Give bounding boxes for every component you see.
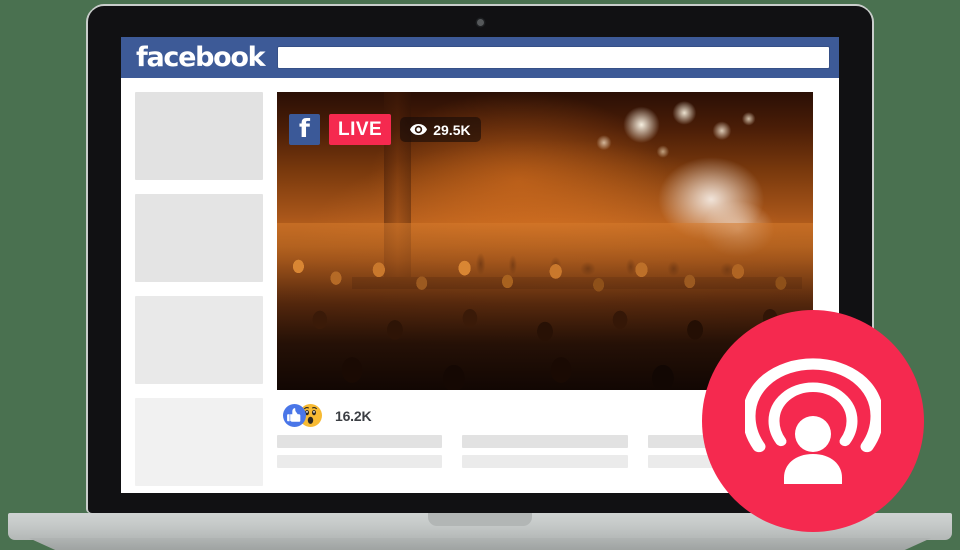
facebook-header: facebook: [121, 37, 839, 78]
content-bar: [462, 455, 628, 468]
eye-icon: [410, 124, 428, 135]
live-badge-group: f LIVE 29.5K: [289, 114, 481, 145]
live-broadcast-person-icon: [745, 358, 881, 484]
live-label: LIVE: [329, 114, 392, 145]
laptop-base-notch: [428, 513, 532, 526]
sidebar-placeholder-1: [135, 92, 263, 180]
facebook-logo[interactable]: facebook: [136, 44, 266, 71]
scene: facebook f LIVE 29.5K 16.2K: [0, 0, 960, 550]
thumbs-up-icon[interactable]: [283, 404, 306, 427]
sidebar-placeholder-4: [135, 398, 263, 486]
reaction-icons: [283, 404, 327, 427]
viewer-count: 29.5K: [433, 121, 471, 138]
live-broadcast-badge: [702, 310, 924, 532]
reaction-count: 16.2K: [335, 407, 372, 424]
viewer-count-pill: 29.5K: [400, 117, 481, 142]
search-input[interactable]: [278, 47, 829, 68]
content-bar: [277, 455, 443, 468]
content-bar: [462, 435, 628, 448]
content-bar: [277, 435, 443, 448]
sidebar-placeholder-2: [135, 194, 263, 282]
sidebar-placeholder-3: [135, 296, 263, 384]
webcam-icon: [476, 19, 484, 26]
sidebar: [135, 92, 263, 493]
facebook-f-icon: f: [289, 114, 320, 145]
